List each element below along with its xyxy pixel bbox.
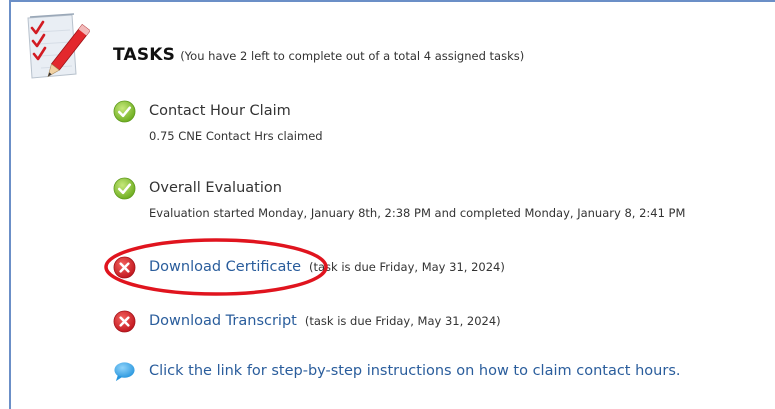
green-check-icon xyxy=(113,177,136,199)
task-overall-evaluation: Overall Evaluation Evaluation started Mo… xyxy=(113,177,685,220)
speech-bubble-icon xyxy=(114,361,135,381)
tasks-title: TASKS xyxy=(113,45,176,65)
task-name: Contact Hour Claim xyxy=(149,103,291,119)
annotation-circle xyxy=(104,238,328,296)
task-due-date: (task is due Friday, May 31, 2024) xyxy=(309,260,505,274)
task-detail: 0.75 CNE Contact Hrs claimed xyxy=(149,129,323,143)
tasks-panel: TASKS (You have 2 left to complete out o… xyxy=(0,0,775,409)
instructions-row: Click the link for step-by-step instruct… xyxy=(113,360,680,382)
green-check-icon xyxy=(113,100,136,122)
checklist-pencil-icon xyxy=(27,13,90,79)
tasks-heading: TASKS (You have 2 left to complete out o… xyxy=(113,45,524,69)
instructions-link[interactable]: Click the link for step-by-step instruct… xyxy=(149,363,680,379)
task-download-transcript: Download Transcript (task is due Friday,… xyxy=(113,310,501,332)
task-due-date: (task is due Friday, May 31, 2024) xyxy=(304,314,501,328)
task-contact-hour-claim: Contact Hour Claim 0.75 CNE Contact Hrs … xyxy=(113,100,323,143)
download-transcript-link[interactable]: Download Transcript xyxy=(149,313,297,329)
panel-border-top xyxy=(9,0,775,2)
panel-border-left xyxy=(9,0,11,409)
task-detail: Evaluation started Monday, January 8th, … xyxy=(149,206,686,220)
task-name: Overall Evaluation xyxy=(149,180,282,196)
tasks-subtitle: (You have 2 left to complete out of a to… xyxy=(180,49,525,63)
red-x-icon xyxy=(113,310,136,332)
